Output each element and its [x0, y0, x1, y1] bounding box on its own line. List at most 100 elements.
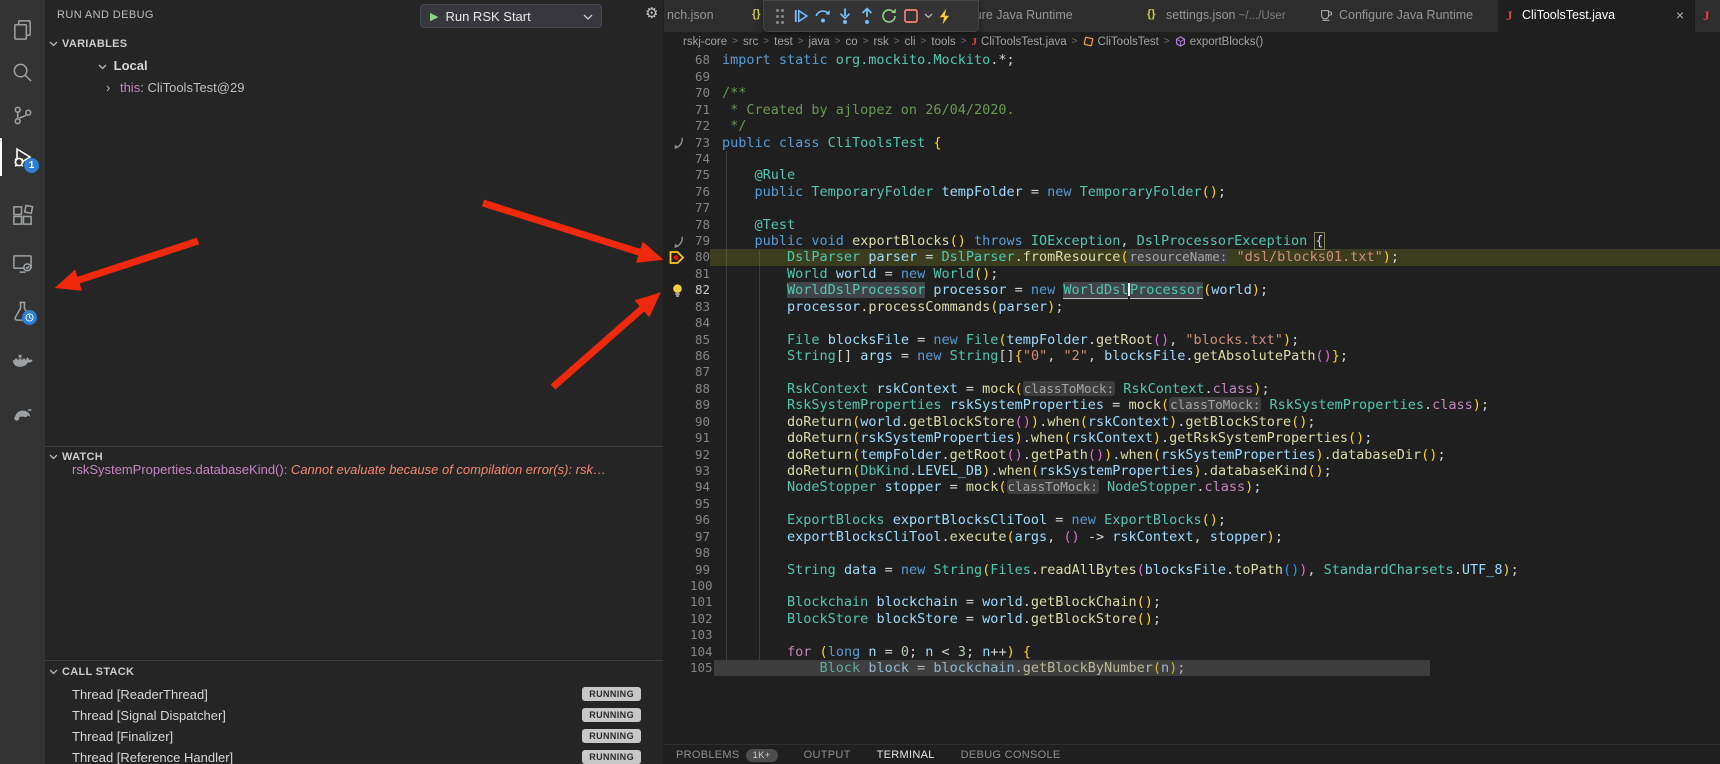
- activity-source-control-icon[interactable]: [0, 98, 45, 132]
- activity-testing-icon[interactable]: [0, 294, 45, 328]
- run-config-dropdown[interactable]: ▶ Run RSK Start: [420, 4, 602, 28]
- call-stack-thread[interactable]: Thread [ReaderThread]RUNNING: [45, 684, 663, 705]
- code-line[interactable]: 94 NodeStopper stopper = mock(classToMoc…: [664, 479, 1720, 495]
- stop-button[interactable]: [900, 5, 922, 27]
- code-line[interactable]: 82 WorldDslProcessor processor = new Wor…: [664, 282, 1720, 298]
- code-line[interactable]: 95: [664, 496, 1720, 512]
- activity-extensions-icon[interactable]: [0, 198, 45, 232]
- activity-explorer-icon[interactable]: [0, 12, 45, 46]
- fold-gutter-icon[interactable]: [664, 233, 690, 249]
- code-line[interactable]: 102 BlockStore blockStore = world.getBlo…: [664, 611, 1720, 627]
- tab-settings.json[interactable]: {}settings.json ~/.../User: [1138, 0, 1309, 32]
- bulb-gutter-icon[interactable]: [664, 282, 690, 298]
- call-stack-thread[interactable]: Thread [Signal Dispatcher]RUNNING: [45, 705, 663, 726]
- breadcrumb-item[interactable]: rskj-core: [683, 36, 727, 48]
- breadcrumb-item[interactable]: rsk: [873, 36, 888, 48]
- code-line[interactable]: 104 for (long n = 0; n < 3; n++) {: [664, 644, 1720, 660]
- code-line[interactable]: 96 ExportBlocks exportBlocksCliTool = ne…: [664, 512, 1720, 528]
- chevron-down-button[interactable]: [922, 5, 934, 27]
- step-into-button[interactable]: [834, 5, 856, 27]
- breadcrumb[interactable]: rskj-core>src>test>java>co>rsk>cli>tools…: [664, 32, 1720, 51]
- code-line[interactable]: 75 @Rule: [664, 167, 1720, 183]
- breadcrumb-item[interactable]: cli: [905, 36, 916, 48]
- code-line[interactable]: 88 RskContext rskContext = mock(classToM…: [664, 381, 1720, 397]
- call-stack-thread[interactable]: Thread [Reference Handler]RUNNING: [45, 747, 663, 764]
- line-number: 86: [690, 348, 710, 364]
- step-over-button[interactable]: [812, 5, 834, 27]
- breadcrumb-item[interactable]: tools: [931, 36, 955, 48]
- breadcrumb-item[interactable]: java: [809, 36, 830, 48]
- tab-CliToolsTest.java[interactable]: JCliToolsTest.java×: [1498, 0, 1695, 32]
- code-line[interactable]: 76 public TemporaryFolder tempFolder = n…: [664, 184, 1720, 200]
- step-out-button[interactable]: [856, 5, 878, 27]
- code-line[interactable]: 80 DslParser parser = DslParser.fromReso…: [664, 249, 1720, 265]
- code-line[interactable]: 71 * Created by ajlopez on 26/04/2020.: [664, 102, 1720, 118]
- code-line-text: RskContext rskContext = mock(classToMock…: [710, 381, 1720, 397]
- panel-tab-output[interactable]: OUTPUT: [804, 749, 851, 761]
- activity-docker-icon[interactable]: [0, 344, 45, 378]
- code-line[interactable]: 91 doReturn(rskSystemProperties).when(rs…: [664, 430, 1720, 446]
- activity-run-and-debug-icon[interactable]: [0, 140, 45, 174]
- code-line[interactable]: 85 File blocksFile = new File(tempFolder…: [664, 332, 1720, 348]
- breadcrumb-class[interactable]: CliToolsTest: [1098, 36, 1159, 48]
- tab-partial[interactable]: J: [1695, 0, 1720, 32]
- code-editor[interactable]: 67import static org.junit.Assert.*;68imp…: [664, 36, 1720, 676]
- variables-scope-local[interactable]: Local: [98, 58, 148, 73]
- code-line[interactable]: 83 processor.processCommands(parser);: [664, 299, 1720, 315]
- code-line[interactable]: 73public class CliToolsTest {: [664, 135, 1720, 151]
- panel-tab-debug-console[interactable]: DEBUG CONSOLE: [961, 749, 1061, 761]
- code-line[interactable]: 70/**: [664, 85, 1720, 101]
- code-line[interactable]: 84: [664, 315, 1720, 331]
- breadcrumb-method[interactable]: exportBlocks(): [1190, 36, 1264, 48]
- code-line[interactable]: 79 public void exportBlocks() throws IOE…: [664, 233, 1720, 249]
- code-line[interactable]: 78 @Test: [664, 217, 1720, 233]
- code-line-text: processor.processCommands(parser);: [710, 299, 1720, 315]
- code-line[interactable]: 99 String data = new String(Files.readAl…: [664, 562, 1720, 578]
- call-stack-thread[interactable]: Thread [Finalizer]RUNNING: [45, 726, 663, 747]
- code-line[interactable]: 68import static org.mockito.Mockito.*;: [664, 52, 1720, 68]
- bp-gutter-icon[interactable]: [664, 249, 690, 265]
- restart-button[interactable]: [878, 5, 900, 27]
- code-line[interactable]: 72 */: [664, 118, 1720, 134]
- code-line[interactable]: 93 doReturn(DbKind.LEVEL_DB).when(rskSys…: [664, 463, 1720, 479]
- hot-code-replace-button[interactable]: [934, 5, 956, 27]
- activity-gradle-icon[interactable]: [0, 396, 45, 430]
- fold-gutter-icon[interactable]: [664, 135, 690, 151]
- variable-this[interactable]: › this: CliToolsTest@29: [106, 80, 244, 95]
- panel-tab-problems[interactable]: PROBLEMS1K+: [676, 749, 778, 762]
- activity-remote-explorer-icon[interactable]: [0, 246, 45, 280]
- tab-nch.json[interactable]: nch.json: [664, 0, 749, 32]
- breadcrumb-item[interactable]: src: [743, 36, 758, 48]
- code-line[interactable]: 74: [664, 151, 1720, 167]
- variables-section-header[interactable]: VARIABLES: [45, 36, 663, 54]
- code-line[interactable]: 98: [664, 545, 1720, 561]
- line-number: 73: [690, 135, 710, 151]
- code-line[interactable]: 77: [664, 200, 1720, 216]
- continue-button[interactable]: [790, 5, 812, 27]
- code-line[interactable]: 89 RskSystemProperties rskSystemProperti…: [664, 397, 1720, 413]
- gear-icon[interactable]: ⚙: [645, 4, 658, 22]
- code-line[interactable]: 97 exportBlocksCliTool.execute(args, () …: [664, 529, 1720, 545]
- watch-expression[interactable]: rskSystemProperties.databaseKind(): Cann…: [72, 462, 657, 480]
- close-icon[interactable]: ×: [1676, 7, 1684, 23]
- horizontal-scrollbar[interactable]: [714, 660, 1430, 676]
- tab-Configure Java Runtime[interactable]: Configure Java Runtime: [1308, 0, 1499, 32]
- line-number: 93: [690, 463, 710, 479]
- json-icon: {}: [752, 8, 761, 20]
- code-line[interactable]: 90 doReturn(world.getBlockStore()).when(…: [664, 414, 1720, 430]
- code-line[interactable]: 81 World world = new World();: [664, 266, 1720, 282]
- code-line[interactable]: 92 doReturn(tempFolder.getRoot().getPath…: [664, 447, 1720, 463]
- line-number: 75: [690, 167, 710, 183]
- code-line[interactable]: 69: [664, 69, 1720, 85]
- code-line[interactable]: 100: [664, 578, 1720, 594]
- call-stack-section-header[interactable]: CALL STACK: [45, 664, 663, 682]
- breadcrumb-item[interactable]: co: [845, 36, 857, 48]
- code-line[interactable]: 101 Blockchain blockchain = world.getBlo…: [664, 594, 1720, 610]
- panel-tab-terminal[interactable]: TERMINAL: [877, 749, 935, 761]
- code-line[interactable]: 103: [664, 627, 1720, 643]
- activity-search-icon[interactable]: [0, 55, 45, 89]
- breadcrumb-file[interactable]: CliToolsTest.java: [981, 36, 1067, 48]
- breadcrumb-item[interactable]: test: [774, 36, 793, 48]
- code-line[interactable]: 87: [664, 364, 1720, 380]
- code-line[interactable]: 86 String[] args = new String[]{"0", "2"…: [664, 348, 1720, 364]
